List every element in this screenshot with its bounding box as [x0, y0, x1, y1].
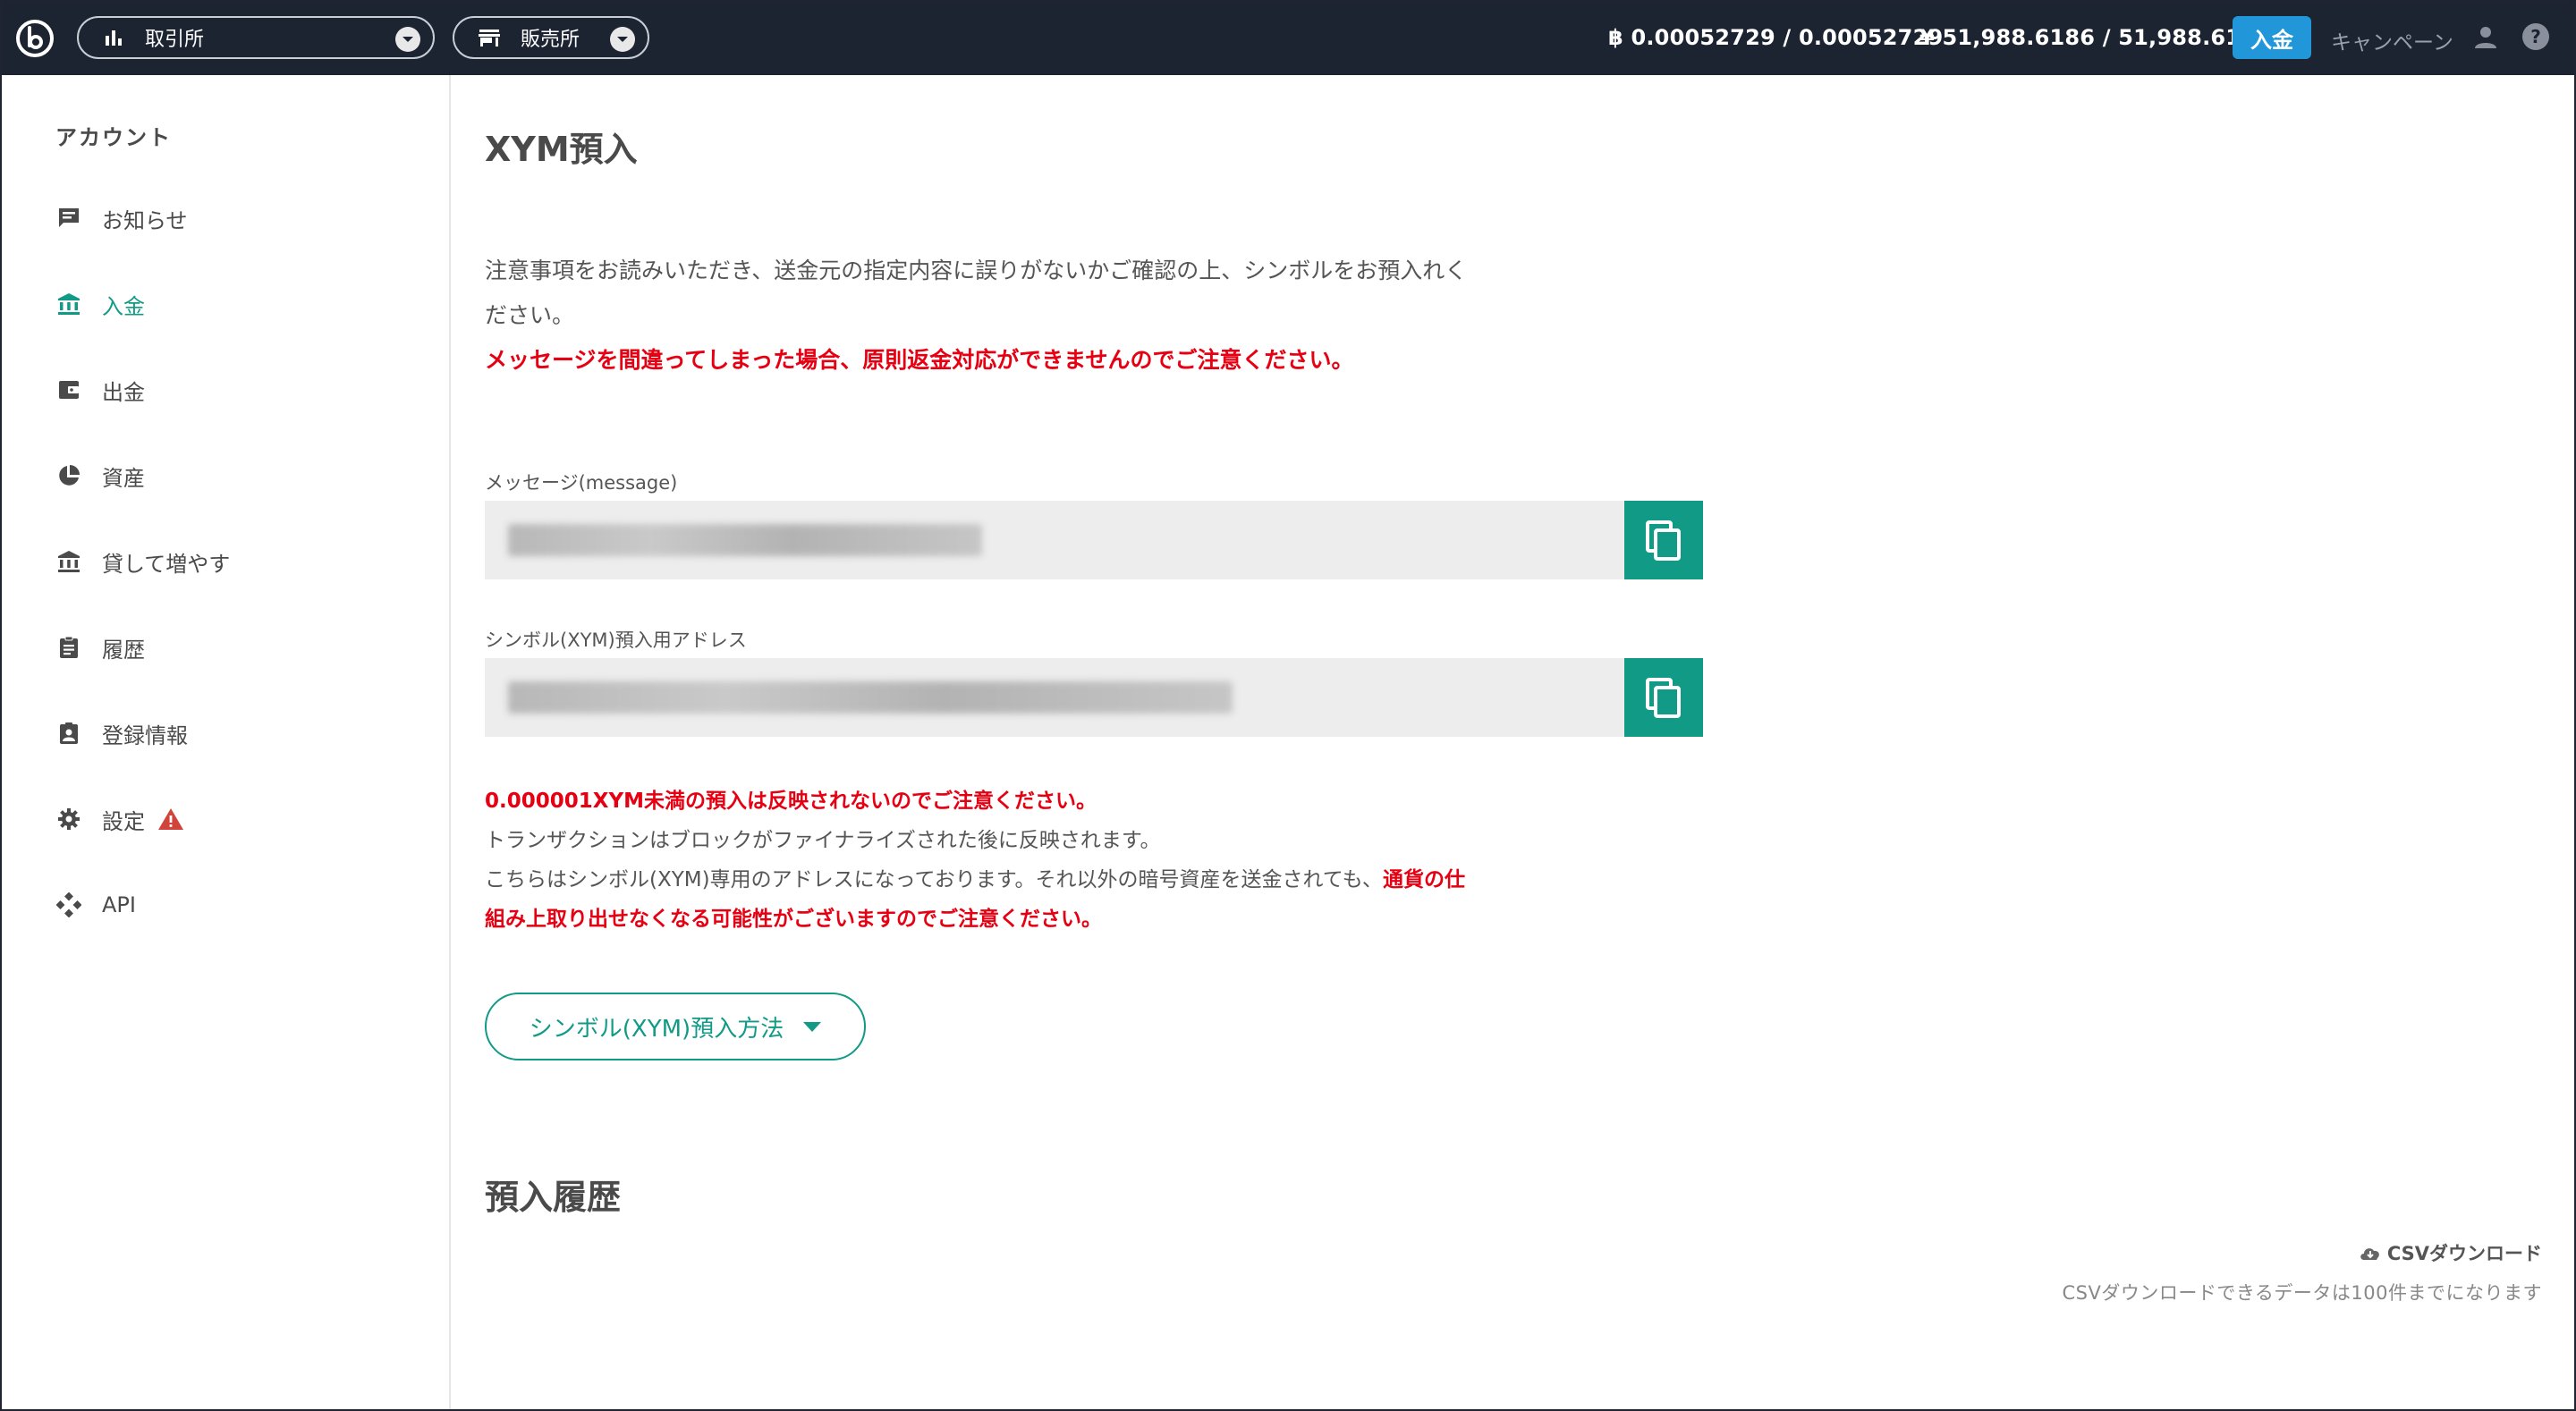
warning-icon	[158, 808, 183, 830]
message-field[interactable]	[485, 501, 1703, 579]
copy-icon	[1646, 678, 1681, 718]
cloud-download-icon	[2360, 1248, 2379, 1260]
sidebar-item-withdraw[interactable]: 出金	[55, 372, 145, 408]
gear-icon	[55, 806, 82, 832]
sidebar-item-notices[interactable]: お知らせ	[55, 200, 188, 236]
deposit-button[interactable]: 入金	[2233, 16, 2311, 59]
sidebar-item-deposit[interactable]: 入金	[55, 286, 145, 322]
deposit-history-title: 預入履歴	[485, 1178, 622, 1217]
note-minimum: 0.000001XYM未満の預入は反映されないのでご注意ください。	[485, 790, 1097, 813]
csv-download-link[interactable]: CSVダウンロード	[2359, 1239, 2542, 1266]
message-value-redacted	[508, 524, 982, 556]
sidebar-item-label: 出金	[102, 379, 145, 405]
sidebar-item-settings[interactable]: 設定	[55, 801, 184, 837]
api-icon	[55, 891, 82, 918]
user-icon[interactable]	[2472, 23, 2499, 50]
sidebar-item-lending[interactable]: 貸して増やす	[55, 544, 230, 579]
store-icon	[478, 26, 501, 49]
chevron-down-icon	[610, 27, 635, 52]
deposit-notes: 0.000001XYM未満の預入は反映されないのでご注意ください。 トランザクシ…	[485, 782, 1478, 939]
address-label: シンボル(XYM)預入用アドレス	[485, 629, 747, 651]
sidebar-item-label: 登録情報	[102, 722, 188, 748]
btc-balance-value: 0.00052729 / 0.00052729	[1631, 25, 1944, 50]
copy-icon	[1646, 520, 1681, 561]
campaign-link[interactable]: キャンペーン	[2331, 25, 2453, 55]
sidebar-item-label: 設定	[102, 808, 145, 834]
bank-icon	[55, 291, 82, 317]
sidebar-item-registration[interactable]: 登録情報	[55, 715, 188, 751]
sidebar-item-label: API	[102, 892, 136, 917]
message-icon	[55, 205, 82, 232]
address-value-redacted	[508, 681, 1233, 714]
intro-instructions: 注意事項をお読みいただき、送金元の指定内容に誤りがないかご確認の上、シンボルをお…	[485, 258, 1468, 328]
bank-icon	[55, 548, 82, 575]
sidebar-item-api[interactable]: API	[55, 887, 136, 923]
bitbank-logo-icon[interactable]	[16, 20, 54, 57]
jpy-balance: ¥ 51,988.6186 / 51,988.6186	[1919, 25, 2271, 50]
pie-chart-icon	[55, 462, 82, 489]
note-xym-only: こちらはシンボル(XYM)専用のアドレスになっております。それ以外の暗号資産を送…	[485, 860, 1478, 939]
sidebar-item-label: 履歴	[102, 637, 145, 663]
copy-message-button[interactable]	[1624, 501, 1703, 579]
help-icon[interactable]: ?	[2521, 21, 2551, 52]
page-title: XYM預入	[485, 130, 638, 169]
sidebar-item-label: 貸して増やす	[102, 551, 231, 577]
sidebar-item-label: 資産	[102, 465, 145, 491]
copy-address-button[interactable]	[1624, 658, 1703, 737]
id-card-icon	[55, 720, 82, 747]
wallet-icon	[55, 376, 82, 403]
intro-text: 注意事項をお読みいただき、送金元の指定内容に誤りがないかご確認の上、シンボルをお…	[485, 249, 1469, 383]
address-field[interactable]	[485, 658, 1703, 737]
csv-note: CSVダウンロードできるデータは100件までになります	[2062, 1282, 2542, 1304]
deposit-method-button[interactable]: シンボル(XYM)預入方法	[485, 993, 866, 1060]
exchange-selector[interactable]: 取引所	[77, 16, 435, 59]
top-bar: 取引所 販売所 ฿ 0.00052729 / 0.00052729 ¥ 51,9…	[2, 2, 2574, 75]
bar-chart-icon	[102, 26, 125, 49]
chevron-down-icon	[395, 27, 420, 52]
sidebar: アカウント お知らせ 入金 出金 資産 貸して増やす 履歴 登録情報 設定 AP…	[2, 75, 451, 1409]
store-label: 販売所	[521, 29, 580, 51]
sidebar-item-history[interactable]: 履歴	[55, 629, 145, 665]
exchange-label: 取引所	[145, 29, 205, 51]
message-label: メッセージ(message)	[485, 472, 678, 494]
note-xym-only-text: こちらはシンボル(XYM)専用のアドレスになっております。それ以外の暗号資産を送…	[485, 868, 1383, 891]
csv-download-label: CSVダウンロード	[2386, 1243, 2542, 1264]
store-selector[interactable]: 販売所	[453, 16, 649, 59]
sidebar-item-assets[interactable]: 資産	[55, 458, 145, 494]
sidebar-title: アカウント	[55, 125, 172, 150]
note-finalize: トランザクションはブロックがファイナライズされた後に反映されます。	[485, 829, 1161, 852]
svg-text:?: ?	[2530, 26, 2541, 47]
btc-balance: ฿ 0.00052729 / 0.00052729	[1608, 25, 1943, 50]
intro-warning: メッセージを間違ってしまった場合、原則返金対応ができませんのでご注意ください。	[485, 347, 1354, 373]
sidebar-item-label: お知らせ	[102, 207, 188, 233]
app-window: 取引所 販売所 ฿ 0.00052729 / 0.00052729 ¥ 51,9…	[0, 0, 2576, 1411]
main-content: XYM預入 注意事項をお読みいただき、送金元の指定内容に誤りがないかご確認の上、…	[453, 75, 2574, 1409]
deposit-method-label: シンボル(XYM)預入方法	[529, 1015, 784, 1043]
sidebar-item-label: 入金	[102, 293, 145, 319]
bitcoin-icon: ฿	[1608, 25, 1631, 50]
caret-down-icon	[803, 1021, 822, 1032]
clipboard-icon	[55, 634, 82, 661]
